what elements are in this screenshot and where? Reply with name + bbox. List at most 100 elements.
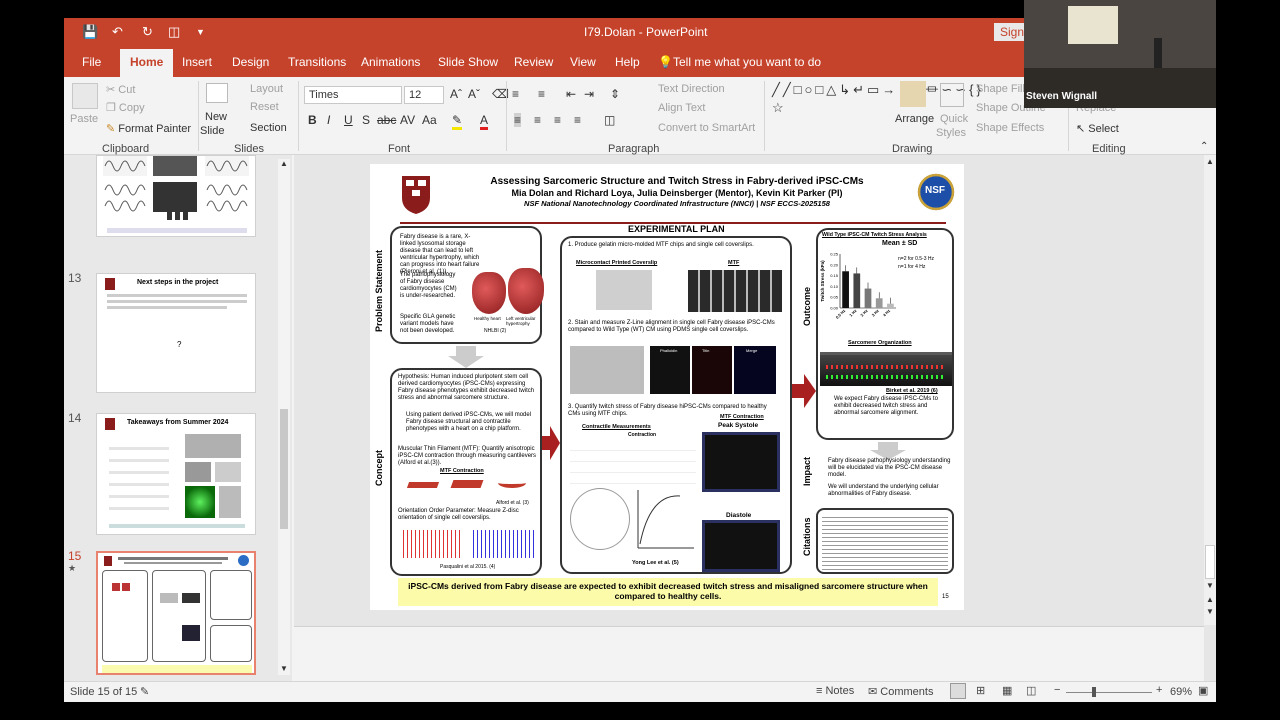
columns-icon[interactable]: ◫ bbox=[604, 113, 615, 127]
tab-review[interactable]: Review bbox=[514, 55, 553, 69]
powerpoint-window: 💾 ↶ ↻ ◫ ▼ I79.Dolan - PowerPoint Sign Fi… bbox=[64, 18, 1216, 702]
microcontact-label: Microcontact Printed Coverslip bbox=[576, 260, 658, 266]
highlight-icon[interactable]: ✎ bbox=[452, 113, 463, 130]
slideshow-view-icon[interactable]: ◫ bbox=[1026, 684, 1036, 697]
text-direction-button[interactable]: Text Direction bbox=[658, 83, 725, 95]
quick-styles-button[interactable]: Quick bbox=[940, 113, 968, 125]
zoom-slider[interactable] bbox=[1066, 692, 1152, 693]
zoom-level[interactable]: 69% bbox=[1170, 686, 1192, 698]
scroll-up-icon[interactable]: ▲ bbox=[280, 159, 288, 168]
tab-insert[interactable]: Insert bbox=[182, 55, 212, 69]
mtf-diagram-flat bbox=[406, 482, 440, 488]
convert-smartart-button[interactable]: Convert to SmartArt bbox=[658, 122, 755, 134]
zoom-out-icon[interactable]: − bbox=[1054, 684, 1060, 696]
zoom-in-icon[interactable]: + bbox=[1156, 684, 1162, 696]
n-note-2: n=1 for 4 Hz bbox=[898, 264, 926, 270]
status-bar: Slide 15 of 15 ✎ ≡ Notes ✉ Comments ⊞ ▦ … bbox=[64, 681, 1216, 702]
customize-qat-icon[interactable]: ▼ bbox=[196, 27, 205, 37]
tab-design[interactable]: Design bbox=[232, 55, 269, 69]
undo-icon[interactable]: ↶ bbox=[112, 24, 123, 40]
save-icon[interactable]: 💾 bbox=[82, 24, 98, 40]
bullets-icon[interactable]: ≡ bbox=[512, 87, 519, 101]
shapes-gallery[interactable]: ╱╱□○□△↳↵▭→↑◯⏛∽∽{}☆ bbox=[772, 81, 981, 139]
align-right-icon[interactable]: ≡ bbox=[554, 113, 561, 127]
shape-fill-button[interactable]: Shape Fill bbox=[976, 83, 1025, 95]
align-text-button[interactable]: Align Text bbox=[658, 102, 706, 114]
tab-slide-show[interactable]: Slide Show bbox=[438, 55, 498, 69]
scroll-down-icon[interactable]: ▼ bbox=[280, 664, 288, 673]
select-button[interactable]: ↖ Select bbox=[1076, 122, 1119, 135]
group-font-label: Font bbox=[388, 143, 411, 155]
layout-button[interactable]: Layout bbox=[250, 83, 283, 95]
copy-button[interactable]: ❐ Copy bbox=[106, 101, 145, 114]
numbering-icon[interactable]: ≡ bbox=[538, 87, 545, 101]
underline-button[interactable]: U bbox=[344, 113, 353, 127]
change-case-icon[interactable]: Aa bbox=[422, 113, 437, 127]
thumbnail-scrollbar[interactable]: ▲ ▼ bbox=[278, 159, 290, 675]
spellcheck-icon[interactable]: ✎ bbox=[140, 685, 149, 698]
format-painter-button[interactable]: ✎ Format Painter bbox=[106, 122, 191, 135]
zoom-slider-thumb[interactable] bbox=[1092, 687, 1096, 697]
comments-button[interactable]: ✉ Comments bbox=[868, 685, 933, 698]
line-spacing-icon[interactable]: ⇕ bbox=[610, 87, 620, 101]
justify-icon[interactable]: ≡ bbox=[574, 113, 581, 127]
projector-screen bbox=[1068, 6, 1118, 44]
previous-slide-icon[interactable]: ▲ bbox=[1206, 595, 1214, 604]
next-slide-icon[interactable]: ▼ bbox=[1206, 607, 1214, 616]
down-arrow-icon bbox=[448, 346, 484, 368]
diastole-image bbox=[702, 520, 780, 572]
arrange-button[interactable]: Arrange bbox=[895, 113, 934, 125]
chart-x-tick-label: 4 Hz bbox=[882, 308, 891, 317]
tell-me-search[interactable]: Tell me what you want to do bbox=[673, 55, 821, 69]
thumbnail-number-14: 14 bbox=[68, 411, 82, 425]
tab-file[interactable]: File bbox=[82, 55, 101, 69]
notes-button[interactable]: ≡ Notes bbox=[816, 685, 854, 697]
tab-home[interactable]: Home bbox=[120, 49, 174, 77]
impact-label: Impact bbox=[802, 456, 812, 486]
shadow-button[interactable]: S bbox=[362, 113, 370, 127]
increase-font-icon[interactable]: Aˆ bbox=[450, 87, 462, 101]
editor-scrollbar[interactable]: ▲ ▼ ▲ ▼ bbox=[1204, 155, 1216, 625]
quick-styles-button-line2[interactable]: Styles bbox=[936, 127, 966, 139]
problem-bullet-3: Specific GLA genetic variant models have… bbox=[400, 314, 456, 334]
current-slide[interactable]: Assessing Sarcomeric Structure and Twitc… bbox=[370, 164, 964, 610]
cut-button[interactable]: ✂ Cut bbox=[106, 83, 135, 96]
decrease-indent-icon[interactable]: ⇤ bbox=[566, 87, 576, 101]
scroll-up-icon[interactable]: ▲ bbox=[1206, 157, 1214, 166]
step-1-text: 1. Produce gelatin micro-molded MTF chip… bbox=[568, 242, 754, 248]
thumbnail-slide-15[interactable] bbox=[96, 551, 256, 675]
decrease-font-icon[interactable]: Aˇ bbox=[468, 87, 480, 101]
scroll-down-icon[interactable]: ▼ bbox=[1206, 581, 1214, 590]
redo-icon[interactable]: ↻ bbox=[142, 24, 153, 40]
increase-indent-icon[interactable]: ⇥ bbox=[584, 87, 594, 101]
font-size-select[interactable]: 12 bbox=[404, 86, 444, 104]
normal-view-icon[interactable] bbox=[950, 683, 966, 699]
font-name-select[interactable]: Times bbox=[304, 86, 402, 104]
bold-button[interactable]: B bbox=[308, 113, 317, 127]
align-left-icon[interactable]: ≡ bbox=[514, 113, 522, 127]
tab-transitions[interactable]: Transitions bbox=[288, 55, 346, 69]
char-spacing-icon[interactable]: AV bbox=[400, 113, 415, 127]
reading-view-icon[interactable]: ▦ bbox=[1002, 684, 1012, 697]
italic-button[interactable]: I bbox=[327, 113, 330, 127]
tab-animations[interactable]: Animations bbox=[361, 55, 420, 69]
slide-sorter-icon[interactable]: ⊞ bbox=[976, 684, 985, 697]
present-icon[interactable]: ◫ bbox=[168, 24, 180, 40]
tab-help[interactable]: Help bbox=[615, 55, 640, 69]
new-slide-button[interactable]: New bbox=[205, 111, 227, 123]
section-button[interactable]: Section bbox=[250, 122, 287, 134]
fit-to-window-icon[interactable]: ▣ bbox=[1198, 684, 1208, 697]
strikethrough-button[interactable]: abc bbox=[377, 113, 396, 127]
tab-view[interactable]: View bbox=[570, 55, 596, 69]
thumbnail-slide-14[interactable]: Takeaways from Summer 2024 bbox=[96, 413, 256, 535]
notes-pane[interactable] bbox=[294, 626, 1204, 681]
reset-button[interactable]: Reset bbox=[250, 101, 279, 113]
paste-button[interactable]: Paste bbox=[70, 113, 98, 125]
font-color-icon[interactable]: A bbox=[480, 113, 489, 130]
collapse-ribbon-icon[interactable]: ⌃ bbox=[1200, 141, 1208, 152]
thumbnail-slide-13[interactable]: Next steps in the project ? bbox=[96, 273, 256, 393]
align-center-icon[interactable]: ≡ bbox=[534, 113, 541, 127]
shape-effects-button[interactable]: Shape Effects bbox=[976, 122, 1044, 134]
new-slide-button-line2[interactable]: Slide bbox=[200, 125, 224, 137]
thumbnail-slide-12[interactable] bbox=[96, 155, 256, 237]
